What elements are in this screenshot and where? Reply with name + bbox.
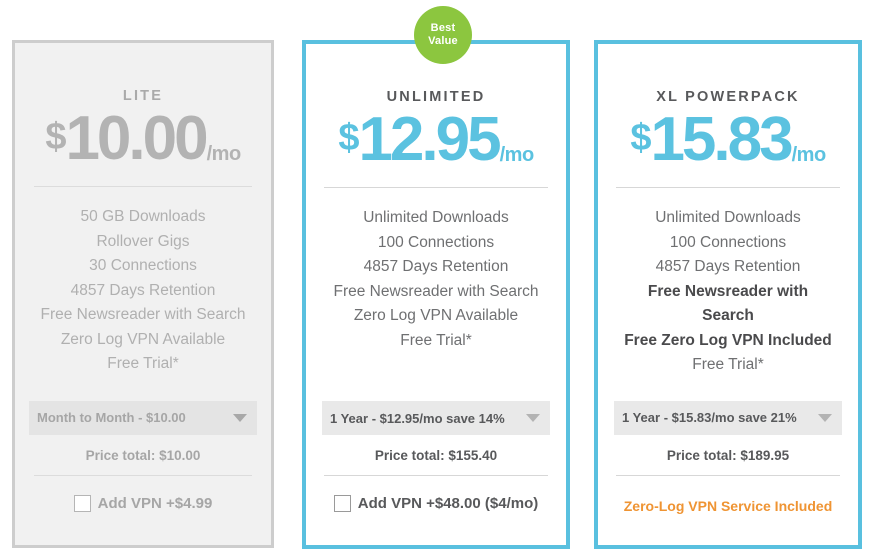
list-item: 4857 Days Retention	[70, 281, 216, 299]
divider	[324, 475, 548, 476]
chevron-down-icon	[818, 413, 832, 422]
best-value-badge: Best Value	[414, 6, 472, 64]
list-item: 4857 Days Retention	[363, 258, 509, 275]
list-item: Free Trial*	[400, 331, 472, 349]
price-period: /mo	[499, 144, 535, 166]
pricing-table: LITE $ 10.00 /mo 50 GB Downloads Rollove…	[0, 0, 872, 559]
divider	[34, 474, 252, 476]
chevron-down-icon	[526, 414, 540, 422]
price-amount: 10.00	[65, 104, 208, 173]
feature-list-xl-powerpack: Unlimited Downloads 100 Connections 4857…	[598, 206, 858, 378]
list-item: Free Newsreader with Search	[333, 282, 539, 300]
add-vpn-label: Add VPN +$48.00 ($4/mo)	[357, 495, 539, 512]
list-item: 30 Connections	[89, 257, 197, 274]
list-item: Unlimited Downloads	[655, 209, 801, 226]
price-total-xl-powerpack: Price total: $189.95	[666, 447, 790, 463]
list-item: 100 Connections	[669, 233, 787, 251]
term-select-lite[interactable]: Month to Month - $10.00	[29, 400, 257, 435]
list-item: Free Zero Log VPN Included	[624, 331, 832, 349]
chevron-down-icon	[233, 413, 247, 422]
vpn-included-note: Zero-Log VPN Service Included	[623, 497, 833, 514]
list-item: 4857 Days Retention	[655, 258, 801, 275]
plan-price-lite: $ 10.00 /mo	[15, 108, 271, 170]
list-item: 50 GB Downloads	[80, 208, 206, 225]
currency-symbol: $	[338, 117, 359, 159]
price-period: /mo	[791, 144, 827, 166]
divider	[616, 187, 840, 188]
plan-price-xl-powerpack: $ 15.83 /mo	[598, 109, 858, 171]
divider	[34, 186, 252, 187]
price-total-unlimited: Price total: $155.40	[374, 448, 498, 463]
add-vpn-checkbox[interactable]	[73, 494, 91, 512]
list-item: Rollover Gigs	[96, 232, 190, 250]
term-select-value: Month to Month - $10.00	[37, 410, 186, 425]
currency-symbol: $	[45, 116, 66, 158]
plan-card-unlimited[interactable]: UNLIMITED $ 12.95 /mo Unlimited Download…	[302, 40, 570, 549]
add-vpn-row-unlimited[interactable]: Add VPN +$48.00 ($4/mo)	[306, 495, 566, 512]
plan-name-xl-powerpack: XL POWERPACK	[656, 89, 800, 105]
plan-card-lite[interactable]: LITE $ 10.00 /mo 50 GB Downloads Rollove…	[12, 40, 274, 548]
currency-symbol: $	[630, 117, 651, 159]
add-vpn-label: Add VPN +$4.99	[97, 494, 213, 512]
list-item: Unlimited Downloads	[363, 209, 509, 226]
plan-name-lite: LITE	[122, 88, 164, 104]
term-select-value: 1 Year - $15.83/mo save 21%	[622, 410, 797, 425]
add-vpn-row-lite[interactable]: Add VPN +$4.99	[15, 494, 271, 512]
price-total-lite: Price total: $10.00	[85, 447, 201, 463]
list-item: Free Trial*	[107, 355, 179, 372]
list-item: Zero Log VPN Available	[353, 307, 519, 324]
list-item: Free Newsreader with Search	[647, 282, 809, 325]
badge-line-1: Best	[430, 22, 456, 34]
plan-card-xl-powerpack[interactable]: XL POWERPACK $ 15.83 /mo Unlimited Downl…	[594, 40, 862, 549]
add-vpn-checkbox[interactable]	[333, 495, 351, 512]
divider	[616, 474, 840, 476]
plan-price-unlimited: $ 12.95 /mo	[306, 109, 566, 171]
list-item: Free Newsreader with Search	[40, 306, 246, 323]
term-select-unlimited[interactable]: 1 Year - $12.95/mo save 14%	[322, 401, 550, 435]
list-item: Zero Log VPN Available	[60, 330, 226, 348]
term-select-xl-powerpack[interactable]: 1 Year - $15.83/mo save 21%	[614, 400, 842, 435]
list-item: 100 Connections	[377, 233, 495, 251]
price-amount: 15.83	[650, 105, 793, 174]
price-amount: 12.95	[358, 105, 501, 174]
list-item: Free Trial*	[692, 356, 764, 373]
feature-list-lite: 50 GB Downloads Rollover Gigs 30 Connect…	[15, 205, 271, 377]
term-select-value: 1 Year - $12.95/mo save 14%	[330, 410, 505, 426]
feature-list-unlimited: Unlimited Downloads 100 Connections 4857…	[306, 206, 566, 353]
badge-line-2: Value	[428, 35, 458, 47]
plan-name-unlimited: UNLIMITED	[386, 89, 486, 105]
divider	[324, 187, 548, 188]
price-period: /mo	[206, 143, 242, 165]
